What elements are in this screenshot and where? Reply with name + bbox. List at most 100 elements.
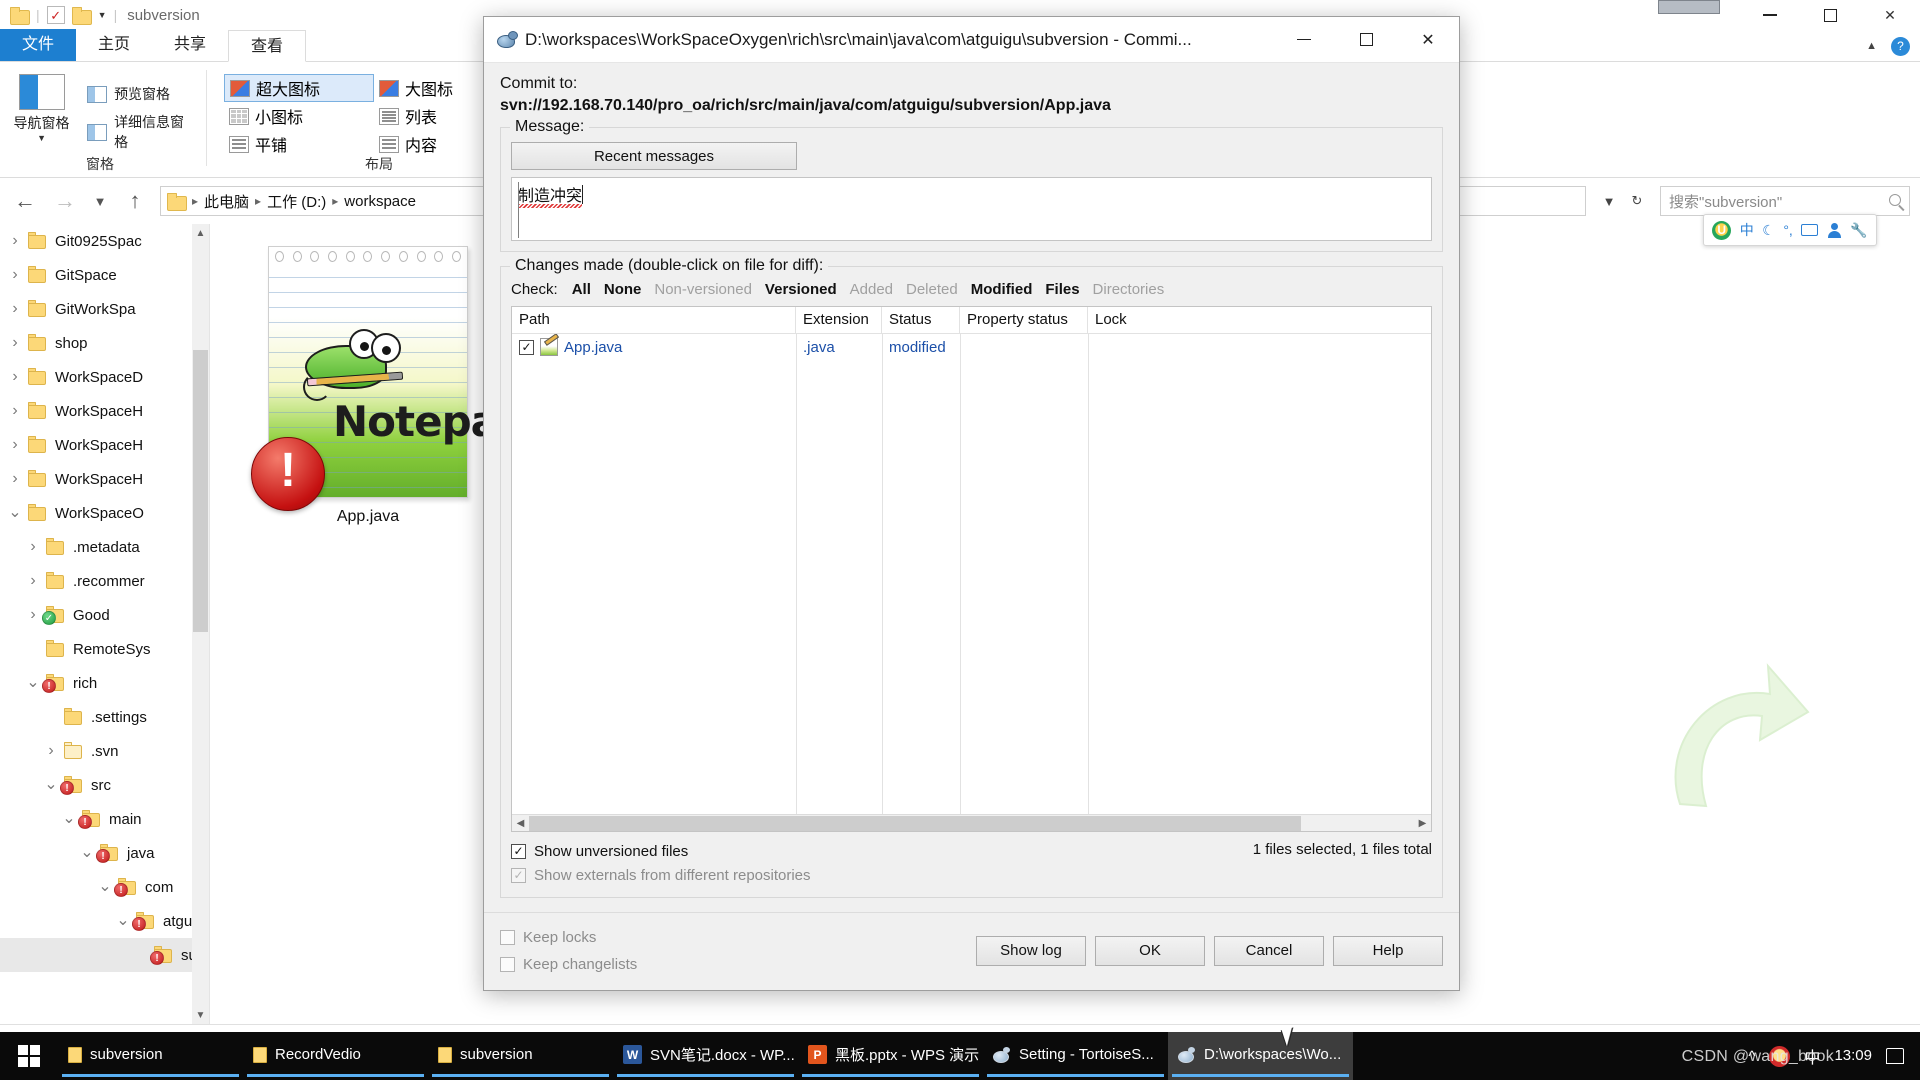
up-button[interactable]: ↑ bbox=[120, 188, 150, 214]
chevron-down-icon[interactable]: ⌄ bbox=[4, 505, 26, 521]
tree-item-git0925spac[interactable]: › Git0925Spac bbox=[0, 224, 209, 258]
check-link-versioned[interactable]: Versioned bbox=[765, 281, 837, 298]
column-header-lock[interactable]: Lock bbox=[1088, 307, 1431, 333]
column-header-property-status[interactable]: Property status bbox=[960, 307, 1088, 333]
chevron-right-icon[interactable]: › bbox=[40, 742, 62, 760]
commit-dialog[interactable]: D:\workspaces\WorkSpaceOxygen\rich\src\m… bbox=[483, 16, 1460, 991]
punctuation-icon[interactable]: °, bbox=[1783, 222, 1793, 238]
address-dropdown-icon[interactable]: ▼ bbox=[1596, 187, 1622, 215]
chevron-right-icon[interactable]: › bbox=[4, 470, 26, 488]
tree-item-rich[interactable]: ⌄! rich bbox=[0, 666, 209, 700]
person-icon[interactable] bbox=[1827, 222, 1842, 238]
taskbar-item-5[interactable]: Setting - TortoiseS... bbox=[983, 1032, 1168, 1080]
chevron-right-icon[interactable]: › bbox=[4, 232, 26, 250]
changes-table[interactable]: Path Extension Status Property status Lo… bbox=[511, 306, 1432, 832]
ok-button[interactable]: OK bbox=[1095, 935, 1205, 966]
show-log-button[interactable]: Show log bbox=[976, 935, 1086, 966]
tree-item-gitworkspa[interactable]: › GitWorkSpa bbox=[0, 292, 209, 326]
tree-item-java[interactable]: ⌄! java bbox=[0, 836, 209, 870]
row-checkbox[interactable]: ✓ bbox=[519, 339, 534, 355]
file-tile-app-java[interactable]: Notepad ! App.java bbox=[245, 238, 528, 568]
navigation-pane-button[interactable]: 导航窗格 ▼ bbox=[10, 68, 73, 146]
tree-item-gitspace[interactable]: › GitSpace bbox=[0, 258, 209, 292]
check-link-files[interactable]: Files bbox=[1045, 281, 1079, 298]
notification-icon[interactable] bbox=[1886, 1048, 1904, 1064]
taskbar-item-0[interactable]: subversion bbox=[58, 1032, 243, 1080]
chevron-down-icon[interactable]: ⌄ bbox=[58, 811, 80, 827]
tree-scroll-thumb[interactable] bbox=[193, 350, 208, 632]
chevron-down-icon[interactable]: ⌄ bbox=[76, 845, 98, 861]
tree-item-com[interactable]: ⌄! com bbox=[0, 870, 209, 904]
explorer-maximize-button[interactable] bbox=[1800, 0, 1860, 30]
checklist-icon[interactable]: ✓ bbox=[46, 6, 65, 24]
chevron-down-icon[interactable]: ⌄ bbox=[112, 913, 134, 929]
taskbar-item-4[interactable]: P 黑板.pptx - WPS 演示 bbox=[798, 1032, 983, 1080]
taskbar-item-1[interactable]: RecordVedio bbox=[243, 1032, 428, 1080]
refresh-icon[interactable]: ↻ bbox=[1624, 187, 1650, 215]
preview-pane-button[interactable]: 预览窗格 bbox=[87, 80, 190, 108]
tree-item-atgu[interactable]: ⌄! atgu bbox=[0, 904, 209, 938]
dialog-minimize-button[interactable] bbox=[1273, 17, 1335, 63]
tree-item-main[interactable]: ⌄! main bbox=[0, 802, 209, 836]
chevron-right-icon[interactable]: › bbox=[4, 368, 26, 386]
scroll-up-icon[interactable]: ▲ bbox=[192, 224, 209, 242]
details-pane-button[interactable]: 详细信息窗格 bbox=[87, 114, 190, 150]
chevron-down-icon[interactable]: ▼ bbox=[37, 133, 46, 143]
tree-item-workspaceh[interactable]: › WorkSpaceH bbox=[0, 394, 209, 428]
tree-item-src[interactable]: ⌄! src bbox=[0, 768, 209, 802]
search-input[interactable]: 搜索"subversion" bbox=[1660, 186, 1910, 216]
keyboard-icon[interactable] bbox=[1801, 224, 1819, 236]
cancel-button[interactable]: Cancel bbox=[1214, 935, 1324, 966]
collapse-ribbon-icon[interactable]: ▲ bbox=[1866, 40, 1877, 52]
tree-item-su[interactable]: ! su bbox=[0, 938, 209, 972]
explorer-close-button[interactable]: ✕ bbox=[1860, 0, 1920, 30]
ime-floating-toolbar[interactable]: U 中 ☾ °, 🔧 bbox=[1703, 214, 1877, 246]
breadcrumb-workspace[interactable]: workspace bbox=[344, 193, 416, 210]
column-header-path[interactable]: Path bbox=[512, 307, 796, 333]
column-header-extension[interactable]: Extension bbox=[796, 307, 882, 333]
ribbon-tab-file[interactable]: 文件 bbox=[0, 29, 77, 61]
sogou-logo-icon[interactable]: U bbox=[1712, 220, 1732, 240]
tree-item-svn[interactable]: › .svn bbox=[0, 734, 209, 768]
chevron-right-icon[interactable]: › bbox=[4, 334, 26, 352]
moon-icon[interactable]: ☾ bbox=[1762, 222, 1775, 239]
column-header-status[interactable]: Status bbox=[882, 307, 960, 333]
scroll-right-icon[interactable]: ▶ bbox=[1414, 818, 1431, 829]
taskbar-item-2[interactable]: subversion bbox=[428, 1032, 613, 1080]
dialog-maximize-button[interactable] bbox=[1335, 17, 1397, 63]
dialog-close-button[interactable]: ✕ bbox=[1397, 17, 1459, 63]
chevron-down-icon[interactable]: ⌄ bbox=[22, 675, 44, 691]
hscroll-thumb[interactable] bbox=[529, 815, 1301, 831]
chevron-right-icon[interactable]: › bbox=[22, 572, 44, 590]
tree-item-workspaced[interactable]: › WorkSpaceD bbox=[0, 360, 209, 394]
tray-clock[interactable]: 13:09 bbox=[1834, 1047, 1872, 1064]
folder-icon[interactable] bbox=[71, 7, 92, 25]
tree-item-recommer[interactable]: › .recommer bbox=[0, 564, 209, 598]
layout-small-icons[interactable]: 小图标 bbox=[224, 102, 374, 130]
check-link-modified[interactable]: Modified bbox=[971, 281, 1033, 298]
layout-extra-large-icons[interactable]: 超大图标 bbox=[224, 74, 374, 102]
hscroll-track[interactable] bbox=[529, 815, 1414, 831]
chevron-right-icon[interactable]: › bbox=[22, 538, 44, 556]
chevron-right-icon[interactable]: › bbox=[22, 606, 44, 624]
recent-locations-icon[interactable]: ▼ bbox=[90, 194, 110, 209]
help-button[interactable]: Help bbox=[1333, 935, 1443, 966]
forward-button[interactable]: → bbox=[50, 188, 80, 214]
breadcrumb-drive-d[interactable]: 工作 (D:) bbox=[267, 191, 326, 212]
tree-item-workspaceh[interactable]: › WorkSpaceH bbox=[0, 428, 209, 462]
tree-item-shop[interactable]: › shop bbox=[0, 326, 209, 360]
ime-language-toggle[interactable]: 中 bbox=[1740, 220, 1754, 240]
chevron-right-icon[interactable]: › bbox=[4, 266, 26, 284]
taskbar-item-3[interactable]: W SVN笔记.docx - WP... bbox=[613, 1032, 798, 1080]
show-unversioned-files-checkbox[interactable]: ✓ bbox=[511, 843, 526, 859]
ribbon-tab-view[interactable]: 查看 bbox=[228, 30, 307, 62]
ribbon-tab-share[interactable]: 共享 bbox=[152, 29, 228, 61]
chevron-down-icon[interactable]: ▼ bbox=[98, 10, 107, 20]
start-button[interactable] bbox=[0, 1032, 58, 1080]
tree-scrollbar[interactable]: ▲ ▼ bbox=[192, 224, 209, 1024]
commit-message-input[interactable]: 制造冲突 bbox=[511, 177, 1432, 241]
chevron-right-icon[interactable]: › bbox=[4, 436, 26, 454]
taskbar-item-6[interactable]: D:\workspaces\Wo... bbox=[1168, 1032, 1353, 1080]
recent-messages-button[interactable]: Recent messages bbox=[511, 142, 797, 170]
tree-item-workspaceo[interactable]: ⌄ WorkSpaceO bbox=[0, 496, 209, 530]
